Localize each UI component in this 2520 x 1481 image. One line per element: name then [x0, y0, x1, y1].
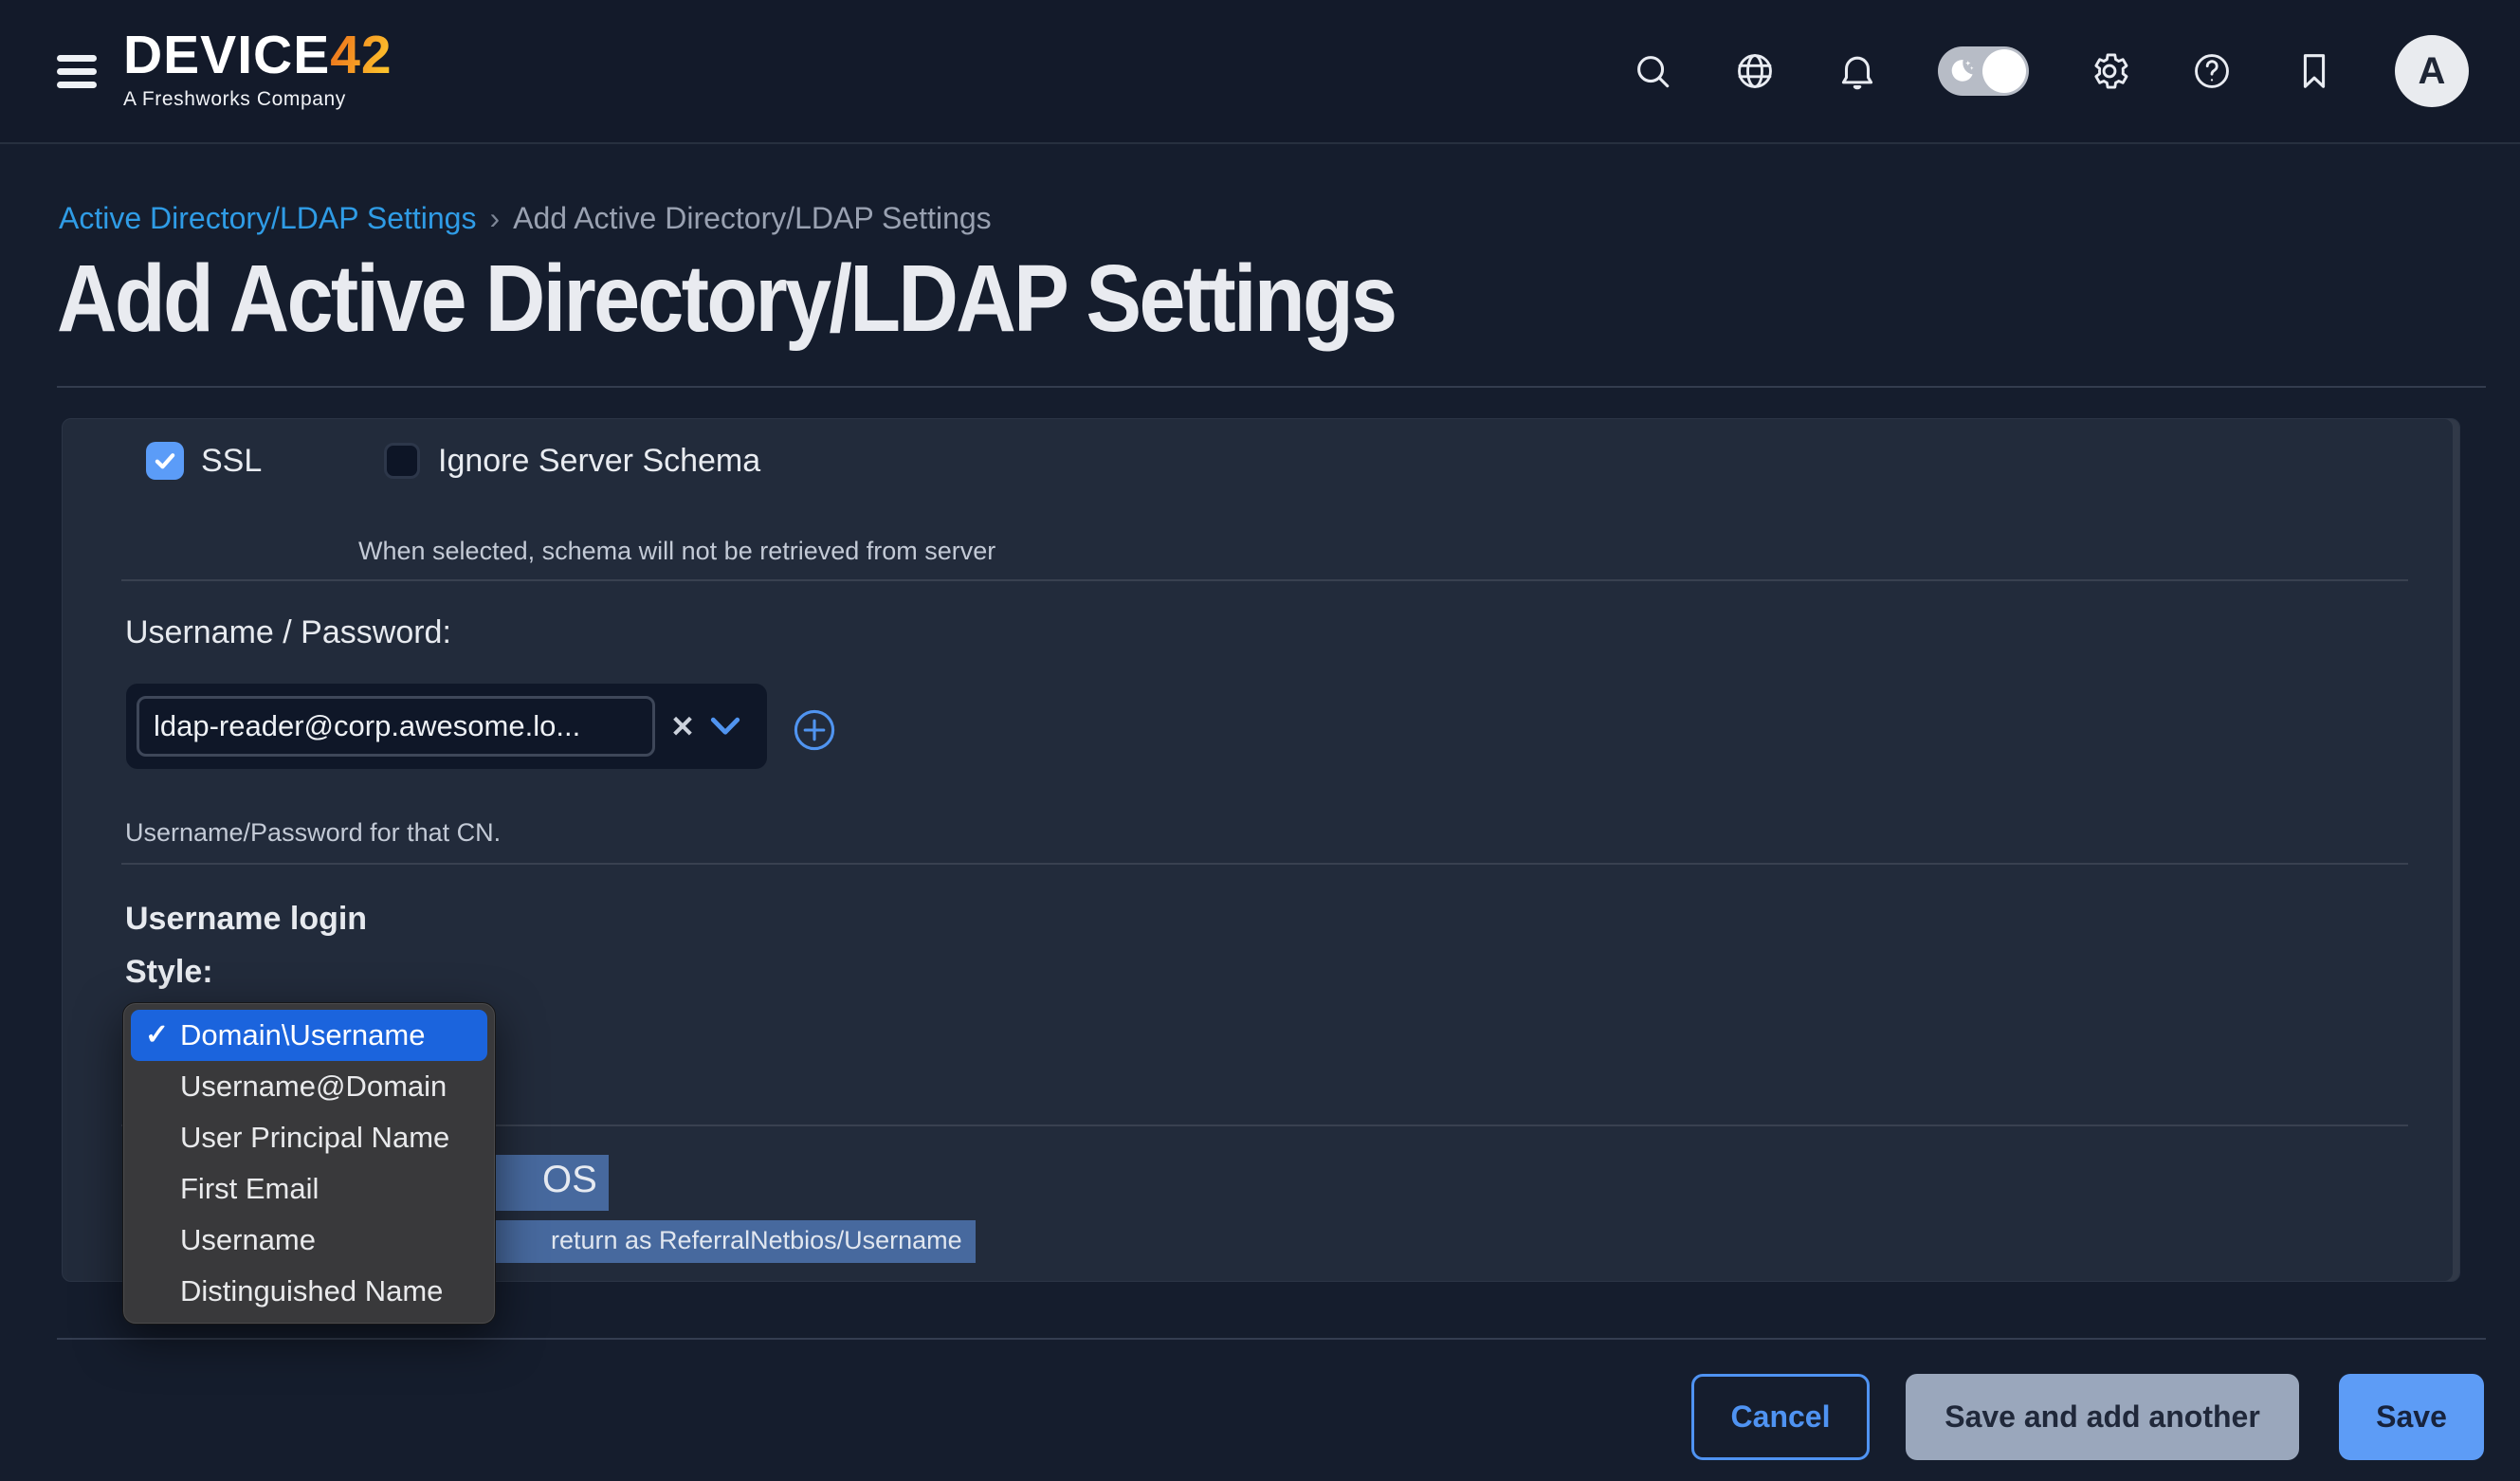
credentials-chip: ldap-reader@corp.awesome.lo... [137, 696, 655, 757]
brand-tagline: A Freshworks Company [123, 89, 393, 109]
check-icon [151, 447, 179, 475]
brand-number: 42 [330, 25, 392, 85]
dropdown-option-label: Domain\Username [180, 1018, 425, 1052]
dropdown-option-label: First Email [180, 1172, 319, 1206]
settings-gear-icon[interactable] [2088, 49, 2131, 93]
dropdown-option[interactable]: Domain\Username [131, 1010, 487, 1061]
check-icon [145, 1018, 169, 1051]
credentials-help-text: Username/Password for that CN. [125, 818, 501, 848]
cancel-button[interactable]: Cancel [1691, 1374, 1870, 1460]
ignore-server-schema-label: Ignore Server Schema [438, 442, 760, 480]
breadcrumb: Active Directory/LDAP Settings › Add Act… [59, 201, 992, 236]
moon-icon [1945, 55, 1978, 87]
breadcrumb-current: Add Active Directory/LDAP Settings [513, 201, 992, 236]
dropdown-option-label: Distinguished Name [180, 1274, 443, 1308]
device42-logo[interactable]: DEVICE42 A Freshworks Company [123, 28, 393, 109]
credentials-label: Username / Password: [125, 614, 451, 651]
dropdown-option[interactable]: Username [131, 1215, 487, 1266]
add-credentials-icon[interactable] [791, 706, 838, 754]
dropdown-option[interactable]: First Email [131, 1163, 487, 1215]
login-style-label-line2: Style: [125, 954, 213, 991]
help-icon[interactable] [2190, 49, 2234, 93]
dropdown-option-label: Username@Domain [180, 1070, 447, 1104]
top-navigation-bar: DEVICE42 A Freshworks Company [0, 0, 2520, 144]
app: DEVICE42 A Freshworks Company [0, 0, 2520, 1481]
bookmark-icon[interactable] [2292, 49, 2336, 93]
menu-icon[interactable] [57, 55, 97, 88]
chevron-down-icon[interactable] [709, 716, 741, 737]
user-avatar[interactable]: A [2395, 35, 2469, 107]
globe-icon[interactable] [1733, 49, 1777, 93]
ssl-checkbox[interactable] [146, 442, 184, 480]
page-title: Add Active Directory/LDAP Settings [57, 245, 1395, 354]
avatar-initial: A [2419, 50, 2446, 93]
title-divider [57, 386, 2486, 388]
search-icon[interactable] [1631, 49, 1674, 93]
breadcrumb-separator-icon: › [489, 201, 500, 236]
brand-text: DEVICE42 [123, 28, 393, 82]
footer-divider [57, 1338, 2486, 1340]
ignore-schema-help-text: When selected, schema will not be retrie… [358, 537, 995, 566]
dropdown-option[interactable]: User Principal Name [131, 1112, 487, 1163]
ssl-label: SSL [201, 442, 262, 480]
netbios-label-clipped: OS [487, 1155, 609, 1211]
dropdown-option-label: User Principal Name [180, 1121, 449, 1155]
save-and-add-another-button[interactable]: Save and add another [1906, 1374, 2299, 1460]
dropdown-option-label: Username [180, 1223, 316, 1257]
netbios-help-clipped: return as ReferralNetbios/Username [477, 1220, 976, 1263]
credentials-value: ldap-reader@corp.awesome.lo... [154, 709, 580, 743]
theme-toggle[interactable] [1938, 46, 2029, 96]
notifications-bell-icon[interactable] [1835, 49, 1879, 93]
credentials-select[interactable]: ldap-reader@corp.awesome.lo... ✕ [126, 684, 767, 769]
breadcrumb-link[interactable]: Active Directory/LDAP Settings [59, 201, 476, 236]
clear-selection-icon[interactable]: ✕ [670, 712, 695, 741]
section-divider [121, 863, 2408, 865]
dropdown-option[interactable]: Distinguished Name [131, 1266, 487, 1317]
ignore-server-schema-checkbox[interactable] [384, 443, 420, 479]
login-style-dropdown: Domain\Username Username@Domain User Pri… [122, 1002, 496, 1325]
save-button[interactable]: Save [2339, 1374, 2484, 1460]
toggle-knob [1982, 49, 2026, 93]
topbar-actions: A [1631, 0, 2469, 142]
dropdown-option[interactable]: Username@Domain [131, 1061, 487, 1112]
login-style-label-line1: Username login [125, 901, 367, 938]
section-divider [121, 579, 2408, 581]
